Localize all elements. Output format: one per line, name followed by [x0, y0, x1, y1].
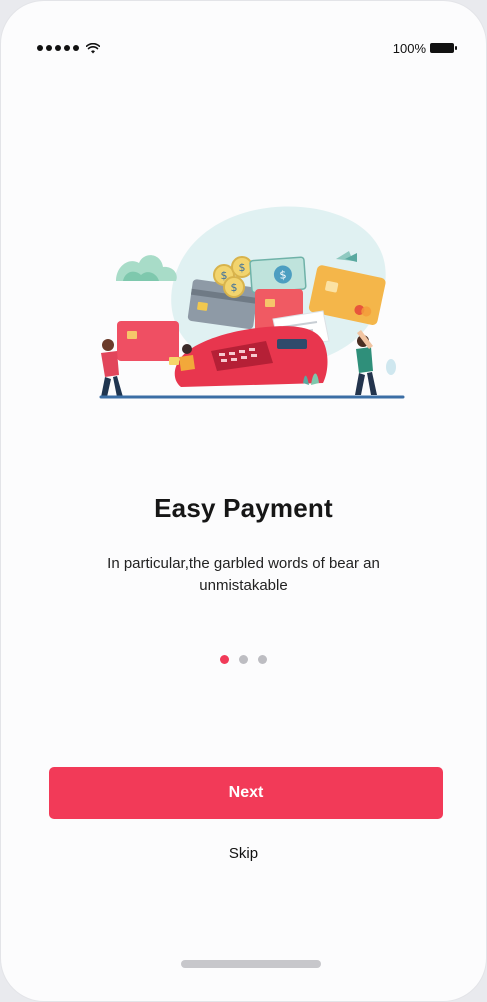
battery-percentage: 100%: [392, 40, 426, 56]
page-description: In particular,the garbled words of bear …: [107, 555, 380, 594]
phone-screen: 100% $ $ $ $ Easy Payment In particular,…: [0, 0, 487, 1002]
skip-button[interactable]: Skip: [1, 845, 486, 862]
page-indicator: [1, 655, 486, 664]
person-left-head: [102, 339, 114, 351]
signal-dot: [55, 45, 61, 51]
signal-dot: [64, 45, 70, 51]
battery-indicator: 100%: [392, 40, 457, 56]
page-dot-1[interactable]: [220, 655, 229, 664]
signal-dot: [37, 45, 43, 51]
signal-dot: [73, 45, 79, 51]
page-title: Easy Payment: [154, 493, 333, 523]
home-indicator[interactable]: [181, 960, 321, 968]
wifi-icon: [86, 42, 100, 53]
pink-card: [117, 321, 179, 361]
svg-text:$: $: [239, 261, 246, 274]
next-button[interactable]: Next: [49, 767, 443, 819]
page-dot-2[interactable]: [239, 655, 248, 664]
payment-illustration: $ $ $ $: [99, 206, 405, 399]
svg-text:$: $: [231, 281, 238, 294]
signal-indicator: [37, 42, 100, 54]
battery-icon: [430, 43, 457, 53]
page-dot-3[interactable]: [258, 655, 267, 664]
status-bar: 100%: [37, 39, 457, 57]
signal-dot: [46, 45, 52, 51]
svg-text:$: $: [279, 268, 287, 281]
